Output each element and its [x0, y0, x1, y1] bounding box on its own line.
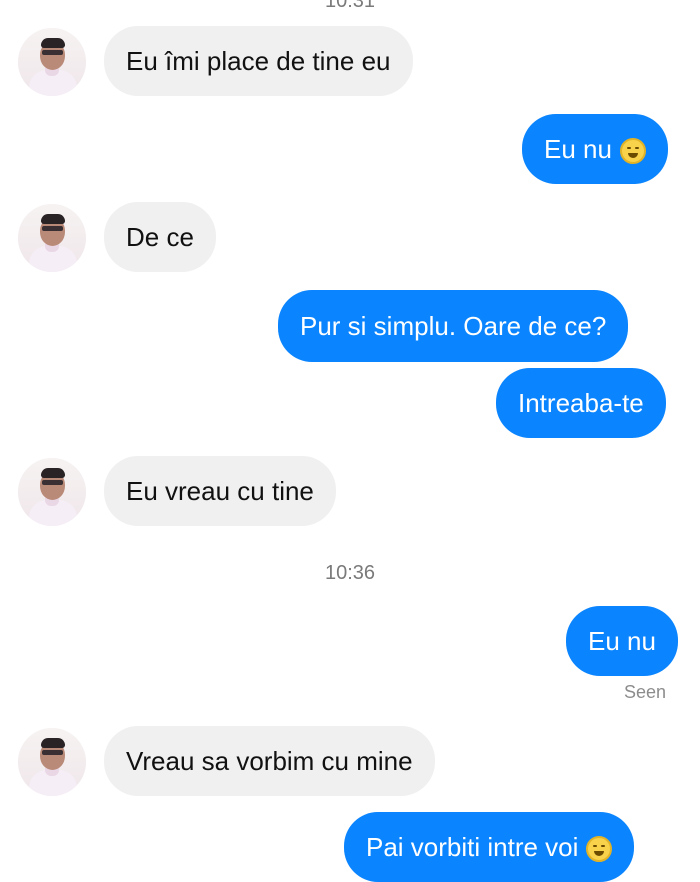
message-bubble-outgoing[interactable]: Pur si simplu. Oare de ce? [278, 290, 629, 362]
laughing-crying-emoji-icon [619, 138, 646, 164]
message-bubble-incoming[interactable]: Eu îmi place de tine eu [104, 26, 413, 96]
message-text: Eu îmi place de tine eu [126, 46, 391, 76]
message-bubble-incoming[interactable]: De ce [104, 202, 216, 272]
contact-avatar[interactable] [18, 458, 86, 526]
message-text: De ce [126, 222, 194, 252]
message-text: Pai vorbiti intre voi [366, 832, 579, 862]
message-text: Eu nu [544, 134, 612, 164]
message-text: Intreaba-te [518, 388, 644, 418]
message-text: Eu nu [588, 626, 656, 656]
contact-avatar[interactable] [18, 204, 86, 272]
message-text: Pur si simplu. Oare de ce? [300, 311, 607, 341]
laughing-crying-emoji-icon [586, 836, 613, 862]
message-bubble-outgoing[interactable]: Intreaba-te [496, 368, 666, 438]
contact-avatar[interactable] [18, 728, 86, 796]
seen-status: Seen [623, 682, 666, 702]
message-bubble-incoming[interactable]: Eu vreau cu tine [104, 456, 336, 526]
contact-avatar[interactable] [18, 28, 86, 96]
message-bubble-outgoing[interactable]: Pai vorbiti intre voi [344, 812, 635, 882]
message-bubble-outgoing[interactable]: Eu nu [566, 606, 678, 676]
message-bubble-incoming[interactable]: Vreau sa vorbim cu mine [104, 726, 435, 796]
message-text: Eu vreau cu tine [126, 476, 314, 506]
chat-thread: 10:31 Eu îmi place de tine eu Eu nu De c… [0, 0, 700, 882]
message-bubble-outgoing[interactable]: Eu nu [522, 114, 668, 184]
timestamp: 10:36 [324, 562, 376, 584]
message-text: Vreau sa vorbim cu mine [126, 746, 413, 776]
timestamp-top-partial: 10:31 [324, 0, 376, 12]
